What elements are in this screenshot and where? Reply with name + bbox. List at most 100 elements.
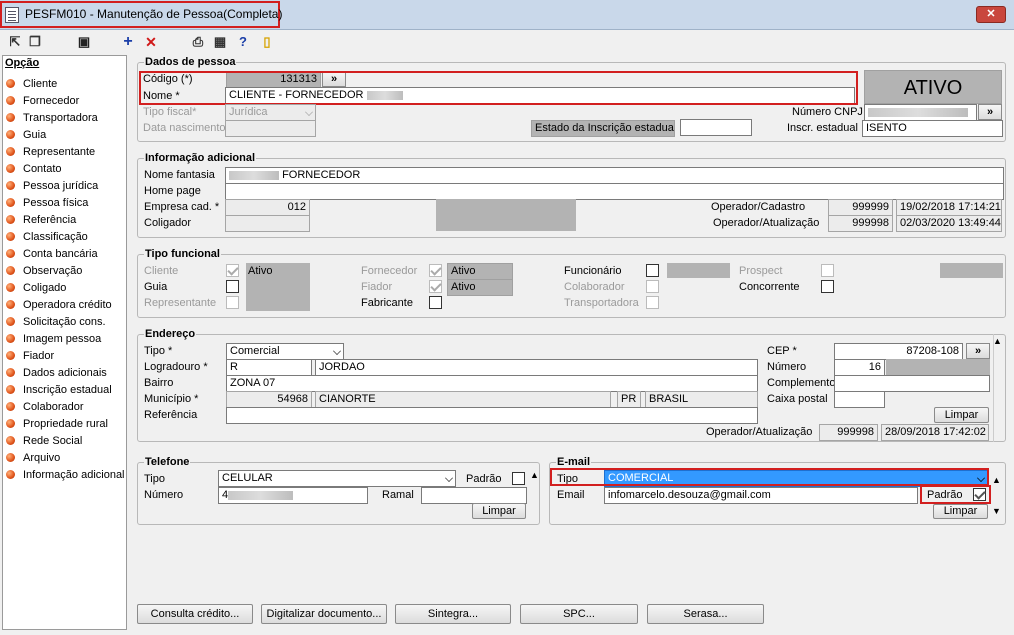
sidebar-item-guia[interactable]: Guia xyxy=(6,126,46,143)
email-scroll-down-icon[interactable]: ▼ xyxy=(992,506,1001,516)
bullet-icon xyxy=(6,147,15,156)
bairro-field[interactable]: ZONA 07 xyxy=(226,375,758,392)
sidebar-item-classificacao[interactable]: Classificação xyxy=(6,228,88,245)
sidebar-item-pessoa-juridica[interactable]: Pessoa jurídica xyxy=(6,177,98,194)
delete-icon[interactable]: ✕ xyxy=(143,34,159,50)
concorrente-checkbox[interactable] xyxy=(821,280,834,293)
copy-icon[interactable]: ❐ xyxy=(27,34,43,50)
calendar-icon[interactable]: ▦ xyxy=(212,34,228,50)
colaborador-checkbox[interactable] xyxy=(646,280,659,293)
nome-fantasia-field[interactable]: FORNECEDOR xyxy=(225,167,1004,184)
cep-label: CEP * xyxy=(767,345,797,357)
transportadora-label: Transportadora xyxy=(564,297,639,309)
exit-icon[interactable]: ⇱ xyxy=(7,34,23,50)
email-limpar-button[interactable]: Limpar xyxy=(933,504,988,519)
representante-checkbox[interactable] xyxy=(226,296,239,309)
home-page-label: Home page xyxy=(144,185,201,197)
operador-cadastro-field: 999999 xyxy=(828,199,893,216)
bullet-icon xyxy=(6,453,15,462)
data-nascimento-label: Data nascimento xyxy=(143,122,226,134)
door-icon[interactable]: ▯ xyxy=(259,34,275,50)
sidebar-item-arquivo[interactable]: Arquivo xyxy=(6,449,60,466)
sidebar-item-transportadora[interactable]: Transportadora xyxy=(6,109,98,126)
sidebar-item-referencia[interactable]: Referência xyxy=(6,211,76,228)
fornecedor-checkbox[interactable] xyxy=(429,264,442,277)
sidebar-item-cliente[interactable]: Cliente xyxy=(6,75,57,92)
telefone-tipo-select[interactable]: CELULAR xyxy=(218,470,456,487)
sidebar-item-conta-bancaria[interactable]: Conta bancária xyxy=(6,245,98,262)
cnpj-field[interactable] xyxy=(864,104,977,121)
guia-label: Guia xyxy=(144,281,168,293)
digitalizar-documento-button[interactable]: Digitalizar documento... xyxy=(261,604,387,624)
sidebar-item-solicitacao-cons[interactable]: Solicitação cons. xyxy=(6,313,106,330)
telefone-padrao-checkbox[interactable] xyxy=(512,472,525,485)
endereco-tipo-select[interactable]: Comercial xyxy=(226,343,344,360)
sidebar-item-rede-social[interactable]: Rede Social xyxy=(6,432,82,449)
numero-field[interactable]: 16 xyxy=(834,359,885,376)
complemento-field[interactable] xyxy=(834,375,990,392)
telefone-tipo-label: Tipo xyxy=(144,473,165,485)
cep-field[interactable]: 87208-108 xyxy=(834,343,963,360)
transportadora-checkbox[interactable] xyxy=(646,296,659,309)
numero-label: Número xyxy=(767,361,807,373)
sidebar-header: Opção xyxy=(5,57,40,69)
ramal-field[interactable] xyxy=(421,487,527,504)
print-icon[interactable]: ⎙ xyxy=(190,34,206,50)
referencia-label: Referência xyxy=(144,409,198,421)
sidebar-item-representante[interactable]: Representante xyxy=(6,143,95,160)
sidebar-item-propriedade-rural[interactable]: Propriedade rural xyxy=(6,415,108,432)
home-page-field[interactable] xyxy=(225,183,1004,200)
estado-inscricao-field[interactable] xyxy=(680,119,752,136)
close-button[interactable]: ✕ xyxy=(976,6,1006,23)
sidebar-item-fiador[interactable]: Fiador xyxy=(6,347,54,364)
telefone-limpar-button[interactable]: Limpar xyxy=(472,503,526,519)
municipio-label: Município * xyxy=(144,393,199,405)
telefone-numero-field[interactable]: 4 xyxy=(218,487,368,504)
serasa-button[interactable]: Serasa... xyxy=(647,604,764,624)
telefone-scroll-icon[interactable]: ▲ xyxy=(530,470,539,480)
email-field[interactable]: infomarcelo.desouza@gmail.com xyxy=(604,487,918,504)
prospect-checkbox[interactable] xyxy=(821,264,834,277)
email-scroll-up-icon[interactable]: ▲ xyxy=(992,475,1001,485)
endereco-scrollbar[interactable] xyxy=(993,334,1005,442)
email-padrao-checkbox[interactable] xyxy=(973,488,986,501)
cliente-checkbox[interactable] xyxy=(226,264,239,277)
endereco-limpar-button[interactable]: Limpar xyxy=(934,407,989,423)
sidebar-item-coligado[interactable]: Coligado xyxy=(6,279,66,296)
endereco-tipo-label: Tipo * xyxy=(144,345,173,357)
sidebar-item-informacao-adicional[interactable]: Informação adicional xyxy=(6,466,125,483)
inscr-estadual-label: Inscr. estadual xyxy=(787,122,858,134)
logradouro-tipo-field[interactable]: R xyxy=(226,359,312,376)
funcionario-status-box xyxy=(667,263,730,278)
toolbar: ⇱ ❐ ▣ + ✕ ⎙ ▦ ? ▯ xyxy=(0,31,1014,55)
save-icon[interactable]: ▣ xyxy=(76,34,92,50)
inscr-estadual-field[interactable]: ISENTO xyxy=(862,120,1003,137)
add-icon[interactable]: + xyxy=(120,34,136,50)
sidebar-item-colaborador[interactable]: Colaborador xyxy=(6,398,84,415)
referencia-field[interactable] xyxy=(226,407,758,424)
sidebar-item-contato[interactable]: Contato xyxy=(6,160,62,177)
spc-button[interactable]: SPC... xyxy=(520,604,638,624)
sidebar-item-fornecedor[interactable]: Fornecedor xyxy=(6,92,79,109)
sidebar-item-observacao[interactable]: Observação xyxy=(6,262,82,279)
codigo-nome-highlight xyxy=(139,71,858,105)
sidebar-item-dados-adicionais[interactable]: Dados adicionais xyxy=(6,364,107,381)
sintegra-button[interactable]: Sintegra... xyxy=(395,604,511,624)
logradouro-field[interactable]: JORDAO xyxy=(315,359,758,376)
sidebar-item-inscricao-estadual[interactable]: Inscrição estadual xyxy=(6,381,112,398)
guia-checkbox[interactable] xyxy=(226,280,239,293)
sidebar-item-pessoa-fisica[interactable]: Pessoa física xyxy=(6,194,88,211)
fabricante-checkbox[interactable] xyxy=(429,296,442,309)
cep-search-button[interactable]: » xyxy=(966,343,990,359)
operador-cadastro-label: Operador/Cadastro xyxy=(711,201,806,213)
cnpj-more-button[interactable]: » xyxy=(978,104,1002,120)
caixa-postal-field[interactable] xyxy=(834,391,885,408)
consulta-credito-button[interactable]: Consulta crédito... xyxy=(137,604,253,624)
funcionario-checkbox[interactable] xyxy=(646,264,659,277)
sidebar-item-imagem-pessoa[interactable]: Imagem pessoa xyxy=(6,330,101,347)
sidebar-item-operadora-credito[interactable]: Operadora crédito xyxy=(6,296,112,313)
scroll-up-icon[interactable]: ▲ xyxy=(993,336,1002,346)
help-icon[interactable]: ? xyxy=(235,34,251,50)
fiador-checkbox[interactable] xyxy=(429,280,442,293)
bullet-icon xyxy=(6,266,15,275)
